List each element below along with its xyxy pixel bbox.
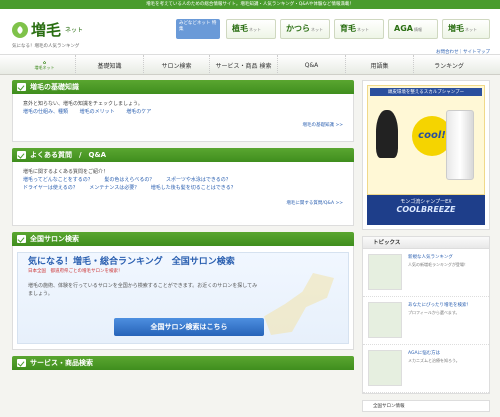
topic-item[interactable]: あなたにぴったり増毛を検索！ プロフィールから選べます。 [363, 297, 489, 345]
ad-top-panel: 頭皮環境を整えるスカルプシャンプー cool! [367, 85, 485, 195]
topic-thumbnail [368, 254, 402, 290]
salon-search-banner[interactable]: 気になる！増毛・総合ランキング 全国サロン検索 日本全国 都道府県ごとの増毛サロ… [17, 252, 349, 344]
sidebar-bottom-box[interactable]: 全国サロン情報 [362, 400, 490, 412]
nav-item-label: 用語集 [370, 62, 389, 70]
top-announcement-text: 増毛を考えている人のための総合情報サイト。増毛知識・人気ランキング・Q&Aや体験… [146, 2, 354, 7]
faq-body: 増毛に関するよくある質問をご紹介！ 増毛ってどんなことをするの？ 髪の色はえらべ… [12, 162, 354, 226]
basics-body: 意外と知らない、増毛の知識をチェックしましょう。 増毛の仕組み、種類 増毛のメリ… [12, 94, 354, 142]
penguin-illustration [376, 110, 398, 158]
basics-heading: 増毛の基礎知識 [12, 80, 354, 94]
basics-section: 増毛の基礎知識 意外と知らない、増毛の知識をチェックしましょう。 増毛の仕組み、… [12, 80, 354, 142]
nav-item-label: サービス・商品 検索 [215, 62, 272, 70]
nav-item-ranking[interactable]: ランキング [414, 55, 484, 75]
logo-sub-text: ネット [65, 27, 84, 34]
ad-brand-name: COOLBREEZE [396, 205, 456, 214]
topic-item[interactable]: 新規な人気ランキング 人気の新増毛ランキングが登場！ [363, 249, 489, 297]
faq-section: よくある質問 / Q&A 増毛に関するよくある質問をご紹介！ 増毛ってどんなこと… [12, 148, 354, 226]
nav-item-label: Q&A [304, 61, 319, 69]
topic-title[interactable]: AGAに悩む方は [408, 350, 460, 356]
ad-top-title: 頭皮環境を整えるスカルプシャンプー [370, 88, 482, 96]
salon-search-button[interactable]: 全国サロン検索はこちら [114, 318, 264, 336]
topic-text: 人気の新増毛ランキングが登場！ [408, 262, 468, 267]
main-content: 増毛の基礎知識 意外と知らない、増毛の知識をチェックしましょう。 増毛の仕組み、… [12, 80, 354, 376]
nav-item-label: 基礎知識 [97, 62, 122, 70]
category-sub: 情報 [413, 27, 422, 32]
topic-thumbnail [368, 350, 402, 386]
services-heading: サービス・商品検索 [12, 356, 354, 370]
faq-more-link[interactable]: 増毛に関する質問/Q&A >> [23, 200, 343, 208]
nav-item-basics[interactable]: 基礎知識 [76, 55, 144, 75]
category-label: 育毛 [340, 24, 356, 33]
category-label: 植毛 [232, 24, 248, 33]
nav-item-label: ランキング [434, 62, 464, 70]
category-sub: ネット [465, 27, 477, 32]
topic-text: プロフィールから選べます。 [408, 310, 460, 315]
link-mechanism[interactable]: 増毛の仕組み、種類 [23, 109, 68, 115]
category-sub: ネット [357, 27, 369, 32]
category-label: かつら [286, 24, 310, 33]
topic-item[interactable]: AGAに悩む方は メカニズムと治療を知ろう。 [363, 345, 489, 393]
header-utility-links[interactable]: お問合わせ｜サイトマップ [436, 49, 490, 55]
nav-home[interactable]: ✿ 増毛ネット [14, 55, 76, 75]
nav-item-glossary[interactable]: 用語集 [346, 55, 414, 75]
category-aga-button[interactable]: AGA情報 [388, 19, 438, 39]
faq-link[interactable]: 増毛ってどんなことをするの？ [23, 177, 93, 183]
faq-heading: よくある質問 / Q&A [12, 148, 354, 162]
topic-title[interactable]: あなたにぴったり増毛を検索！ [408, 302, 471, 308]
category-shokumo-button[interactable]: 植毛ネット [226, 19, 276, 39]
japan-map-graphic [264, 273, 334, 335]
category-label: AGA [394, 24, 413, 33]
leaf-logo-icon [12, 21, 28, 38]
topic-thumbnail [368, 302, 402, 338]
nav-item-qa[interactable]: Q&A [278, 55, 346, 75]
topics-heading: トピックス [363, 237, 489, 249]
faq-link[interactable]: メンテナンスは必要？ [89, 185, 139, 191]
nav-item-salon-search[interactable]: サロン検索 [144, 55, 210, 75]
site-tagline: 気になる！増毛の人気ランキング [12, 44, 80, 49]
salon-banner-sub: 日本全国 都道府県ごとの増毛サロンを検索！ [28, 269, 123, 274]
salon-body: 気になる！増毛・総合ランキング 全国サロン検索 日本全国 都道府県ごとの増毛サロ… [12, 246, 354, 350]
site-logo[interactable]: 増毛 ネット [12, 19, 83, 40]
logo-text: 増毛 [31, 21, 62, 39]
basics-more-link[interactable]: 増毛の基礎知識 >> [23, 122, 343, 130]
sidebar: 頭皮環境を整えるスカルプシャンプー cool! モンゴ流シャンプーEX COOL… [362, 80, 490, 412]
faq-intro: 増毛に関するよくある質問をご紹介！ [23, 169, 109, 175]
link-care[interactable]: 増毛のケア [126, 109, 151, 115]
shampoo-bottle-image [446, 110, 474, 180]
basics-intro: 意外と知らない、増毛の知識をチェックしましょう。 [23, 101, 143, 107]
category-sub: ネット [311, 27, 323, 32]
topics-box: トピックス 新規な人気ランキング 人気の新増毛ランキングが登場！ あなたにぴった… [362, 236, 490, 394]
faq-link[interactable]: 増毛した後も髪を切ることはできる？ [151, 185, 236, 191]
category-sub: ネット [249, 27, 261, 32]
nav-item-label: サロン検索 [161, 62, 192, 70]
category-zomo-button[interactable]: 増毛ネット [442, 19, 490, 39]
top-announcement-bar: 増毛を考えている人のための総合情報サイト。増毛知識・人気ランキング・Q&Aや体験… [0, 0, 500, 9]
salon-heading: 全国サロン検索 [12, 232, 354, 246]
feature-button[interactable]: みどなどネット 特集 [176, 19, 220, 39]
salon-banner-desc: 増毛の施術、体験を行っているサロンを全国から検索することができます。お近くのサロ… [28, 283, 258, 297]
nav-home-label: 増毛ネット [34, 64, 55, 70]
services-section: サービス・商品検索 [12, 356, 354, 370]
salon-section: 全国サロン検索 気になる！増毛・総合ランキング 全国サロン検索 日本全国 都道府… [12, 232, 354, 350]
topic-text: メカニズムと治療を知ろう。 [408, 358, 460, 363]
faq-link[interactable]: スポーツや水泳はできるの？ [166, 177, 231, 183]
faq-link[interactable]: 髪の色はえらべるの？ [104, 177, 154, 183]
category-katsura-button[interactable]: かつらネット [280, 19, 330, 39]
faq-link[interactable]: ドライヤーは使えるの？ [23, 185, 78, 191]
basics-links: 増毛の仕組み、種類 増毛のメリット 増毛のケア [23, 108, 343, 116]
global-nav: ✿ 増毛ネット 基礎知識 サロン検索 サービス・商品 検索 Q&A 用語集 ラン… [0, 55, 500, 75]
topic-title[interactable]: 新規な人気ランキング [408, 254, 468, 260]
ad-bottom-panel: モンゴ流シャンプーEX COOLBREEZE [367, 195, 485, 225]
site-header: 増毛 ネット 気になる！増毛の人気ランキング みどなどネット 特集 植毛ネット … [0, 9, 500, 55]
nav-item-service-search[interactable]: サービス・商品 検索 [210, 55, 278, 75]
salon-banner-title: 気になる！増毛・総合ランキング 全国サロン検索 [28, 257, 235, 267]
category-ikumo-button[interactable]: 育毛ネット [334, 19, 384, 39]
faq-links: 増毛ってどんなことをするの？ 髪の色はえらべるの？ スポーツや水泳はできるの？ … [23, 176, 343, 192]
link-merits[interactable]: 増毛のメリット [80, 109, 115, 115]
category-label: 増毛 [448, 24, 464, 33]
shampoo-ad-banner[interactable]: 頭皮環境を整えるスカルプシャンプー cool! モンゴ流シャンプーEX COOL… [362, 80, 490, 230]
